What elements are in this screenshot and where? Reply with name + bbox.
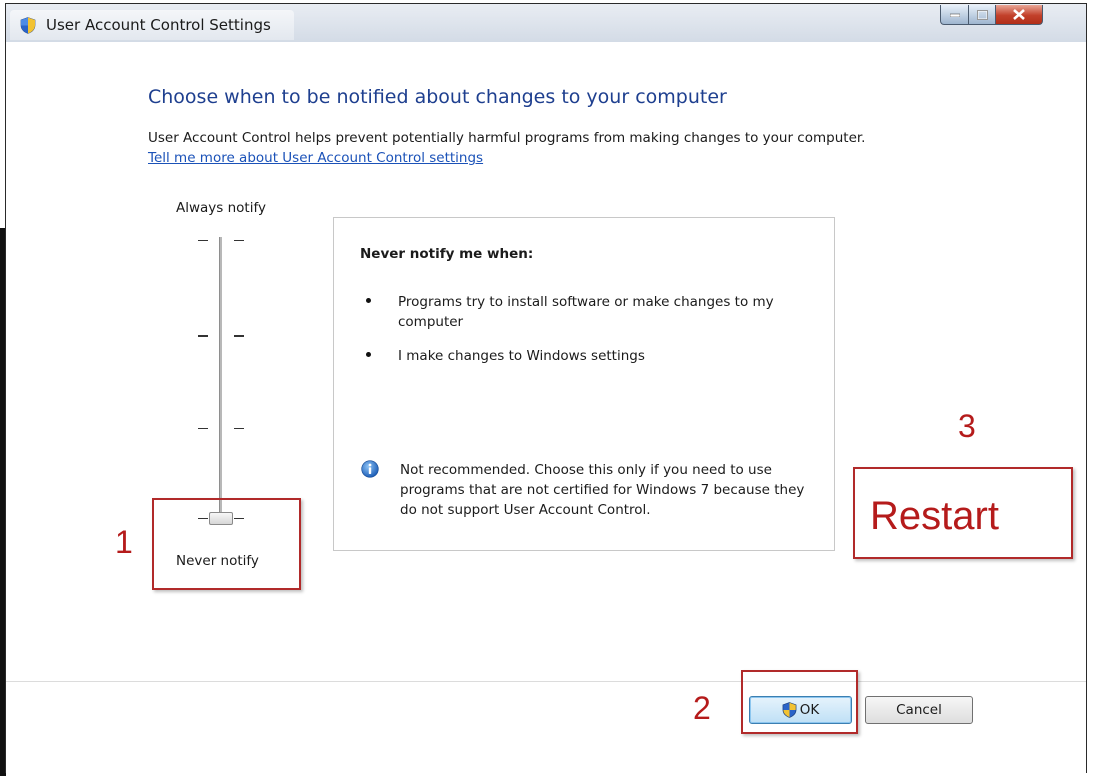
annotation-step-1: 1 bbox=[115, 524, 133, 560]
slider-track bbox=[219, 237, 222, 515]
window-title: User Account Control Settings bbox=[46, 16, 271, 34]
bullet-text: Programs try to install software or make… bbox=[398, 294, 774, 330]
close-icon bbox=[1013, 9, 1025, 20]
minimize-icon bbox=[949, 13, 960, 17]
screenshot: User Account Control Settings Choose whe… bbox=[0, 0, 1093, 778]
slider-tick bbox=[234, 428, 244, 429]
info-icon bbox=[361, 460, 379, 478]
bullet-text: I make changes to Windows settings bbox=[398, 348, 645, 364]
level-description-panel: Never notify me when: Programs try to in… bbox=[333, 217, 835, 551]
annotation-step-3: 3 bbox=[958, 408, 976, 444]
cancel-label: Cancel bbox=[896, 702, 942, 718]
page-heading: Choose when to be notified about changes… bbox=[148, 86, 727, 108]
annotation-box-slider bbox=[152, 498, 301, 590]
bullet-icon bbox=[366, 352, 371, 357]
annotation-box-ok bbox=[741, 670, 858, 734]
uac-help-link[interactable]: Tell me more about User Account Control … bbox=[148, 150, 483, 166]
slider-tick bbox=[234, 335, 244, 337]
panel-title: Never notify me when: bbox=[360, 246, 534, 262]
close-button[interactable] bbox=[995, 5, 1043, 25]
description-text: User Account Control helps prevent poten… bbox=[148, 130, 866, 146]
bullet-icon bbox=[366, 298, 371, 303]
slider-tick bbox=[198, 240, 208, 241]
maximize-button[interactable] bbox=[968, 5, 996, 25]
annotation-step-2: 2 bbox=[693, 690, 711, 726]
title-bar[interactable]: User Account Control Settings bbox=[6, 4, 1086, 43]
footer-divider bbox=[6, 681, 1086, 682]
cancel-button[interactable]: Cancel bbox=[865, 696, 973, 724]
slider-tick bbox=[198, 428, 208, 429]
notify-level-slider[interactable] bbox=[176, 232, 266, 532]
slider-top-label: Always notify bbox=[176, 200, 266, 216]
uac-shield-icon bbox=[20, 17, 36, 34]
slider-tick bbox=[234, 240, 244, 241]
maximize-icon bbox=[976, 9, 988, 20]
uac-settings-window: User Account Control Settings Choose whe… bbox=[5, 3, 1087, 774]
window-content: Choose when to be notified about changes… bbox=[6, 42, 1086, 774]
recommendation-note: Not recommended. Choose this only if you… bbox=[400, 462, 805, 518]
slider-tick bbox=[198, 335, 208, 337]
minimize-button[interactable] bbox=[940, 5, 969, 25]
annotation-restart-text: Restart bbox=[870, 494, 999, 538]
